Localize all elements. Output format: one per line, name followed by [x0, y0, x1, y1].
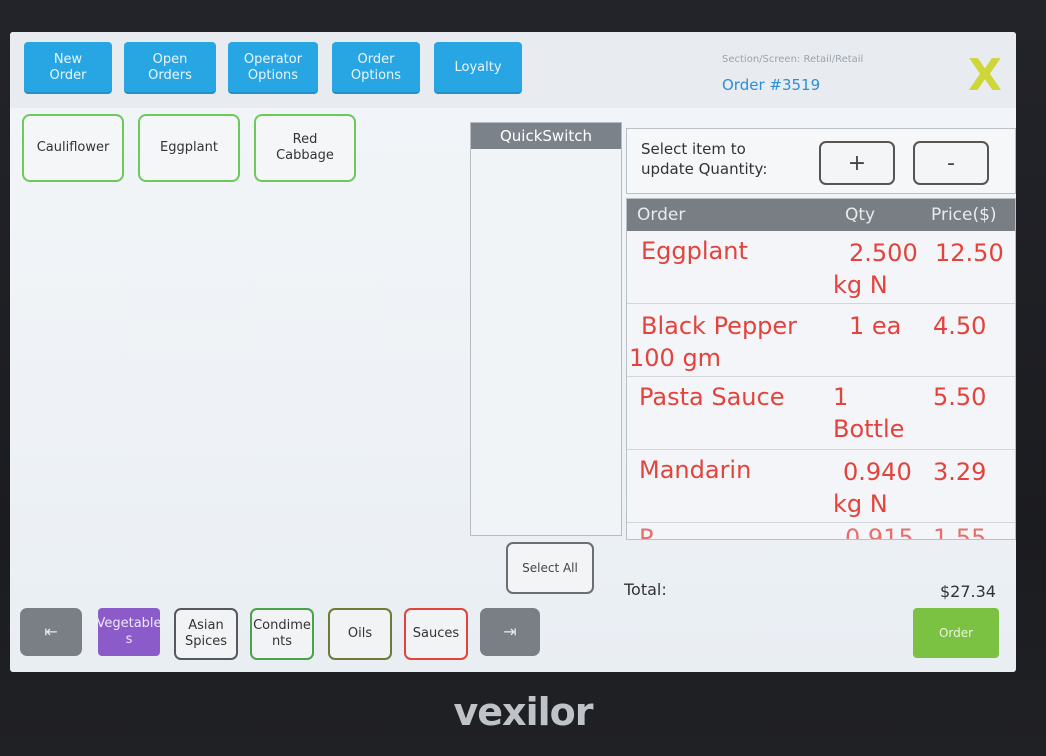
select-all-button[interactable]: Select All — [506, 542, 594, 594]
category-label: Oils — [347, 626, 373, 641]
order-row[interactable]: Eggplant 2.500 kg N 12.50 — [627, 231, 1015, 304]
category-condiments-button[interactable]: Condime nts — [250, 608, 314, 660]
order-item-name: Mandarin — [639, 456, 752, 484]
order-table: Order Qty Price($) Eggplant 2.500 kg N 1… — [626, 198, 1016, 540]
open-orders-button[interactable]: Open Orders — [124, 42, 216, 94]
category-label: Vegetable s — [96, 616, 162, 647]
total-label: Total: — [624, 580, 667, 599]
logo-x-icon: X — [968, 50, 1002, 101]
brand-logo: vexilor — [0, 690, 1046, 750]
product-label: Eggplant — [160, 140, 218, 155]
category-label: Sauces — [412, 626, 460, 641]
total-value: $27.34 — [940, 582, 996, 601]
order-options-button[interactable]: Order Options — [332, 42, 420, 94]
operator-options-button[interactable]: Operator Options — [228, 42, 318, 94]
product-label: Cauliflower — [36, 140, 110, 155]
quickswitch-title: QuickSwitch — [471, 123, 621, 149]
decrease-quantity-button[interactable]: - — [913, 141, 989, 185]
plus-icon: + — [847, 150, 867, 176]
product-red-cabbage-button[interactable]: Red Cabbage — [254, 114, 356, 182]
category-asian-spices-button[interactable]: Asian Spices — [174, 608, 238, 660]
column-price: Price($) — [931, 205, 997, 225]
loyalty-button[interactable]: Loyalty — [434, 42, 522, 94]
order-row[interactable]: Pasta Sauce 1 Bottle 5.50 — [627, 377, 1015, 450]
select-all-label: Select All — [522, 561, 578, 575]
order-button[interactable]: Order — [913, 608, 999, 658]
new-order-button[interactable]: New Order — [24, 42, 112, 94]
pos-screen: New Order Open Orders Operator Options O… — [10, 32, 1016, 672]
category-prev-button[interactable]: ⇤ — [20, 608, 82, 656]
order-item-qty: 1 Bottle — [833, 383, 905, 443]
order-row-partial[interactable]: P 0.915 1.55 — [627, 523, 1015, 540]
order-item-price: 4.50 — [933, 312, 987, 340]
quantity-instruction: Select item to update Quantity: — [641, 140, 768, 178]
order-row[interactable]: Mandarin 0.940 kg N 3.29 — [627, 450, 1015, 523]
category-oils-button[interactable]: Oils — [328, 608, 392, 660]
quantity-panel: Select item to update Quantity: + - — [626, 128, 1016, 194]
product-eggplant-button[interactable]: Eggplant — [138, 114, 240, 182]
order-item-name: Eggplant — [641, 237, 748, 265]
category-label: Condime nts — [253, 618, 311, 649]
order-item-name: P — [639, 524, 654, 540]
order-item-price: 5.50 — [933, 383, 987, 411]
order-table-header: Order Qty Price($) — [627, 199, 1015, 231]
column-order: Order — [637, 205, 686, 225]
section-screen-label: Section/Screen: Retail/Retail — [722, 54, 864, 65]
order-item-price: 3.29 — [933, 458, 987, 486]
category-sauces-button[interactable]: Sauces — [404, 608, 468, 660]
column-qty: Qty — [845, 205, 876, 225]
arrow-left-to-bar-icon: ⇤ — [44, 622, 58, 641]
order-number: Order #3519 — [722, 76, 821, 94]
loyalty-label: Loyalty — [454, 60, 502, 75]
order-item-name: Pasta Sauce — [639, 383, 785, 411]
open-orders-label: Open Orders — [148, 52, 192, 83]
product-label: Red Cabbage — [276, 132, 334, 163]
order-item-qty: 1 ea — [849, 312, 902, 340]
order-button-label: Order — [938, 626, 974, 640]
top-bar: New Order Open Orders Operator Options O… — [10, 32, 1016, 108]
category-next-button[interactable]: ⇥ — [480, 608, 540, 656]
category-vegetables-button[interactable]: Vegetable s — [96, 608, 162, 656]
order-item-qty: 2.500 kg N — [833, 239, 918, 299]
order-item-qty: 0.940 kg N — [833, 458, 912, 518]
category-label: Asian Spices — [184, 618, 228, 649]
operator-options-label: Operator Options — [243, 52, 303, 83]
brand-name: vexilor — [453, 690, 594, 734]
order-item-price: 12.50 — [935, 239, 1004, 267]
order-item-name: Black Pepper 100 gm — [629, 312, 798, 372]
quickswitch-panel[interactable]: QuickSwitch — [470, 122, 622, 536]
minus-icon: - — [947, 150, 955, 176]
new-order-label: New Order — [49, 52, 87, 83]
product-cauliflower-button[interactable]: Cauliflower — [22, 114, 124, 182]
order-item-price: 1.55 — [933, 524, 987, 540]
increase-quantity-button[interactable]: + — [819, 141, 895, 185]
arrow-right-to-bar-icon: ⇥ — [503, 622, 517, 641]
order-row[interactable]: Black Pepper 100 gm 1 ea 4.50 — [627, 304, 1015, 377]
order-options-label: Order Options — [350, 52, 402, 83]
order-item-qty: 0.915 — [845, 524, 914, 540]
